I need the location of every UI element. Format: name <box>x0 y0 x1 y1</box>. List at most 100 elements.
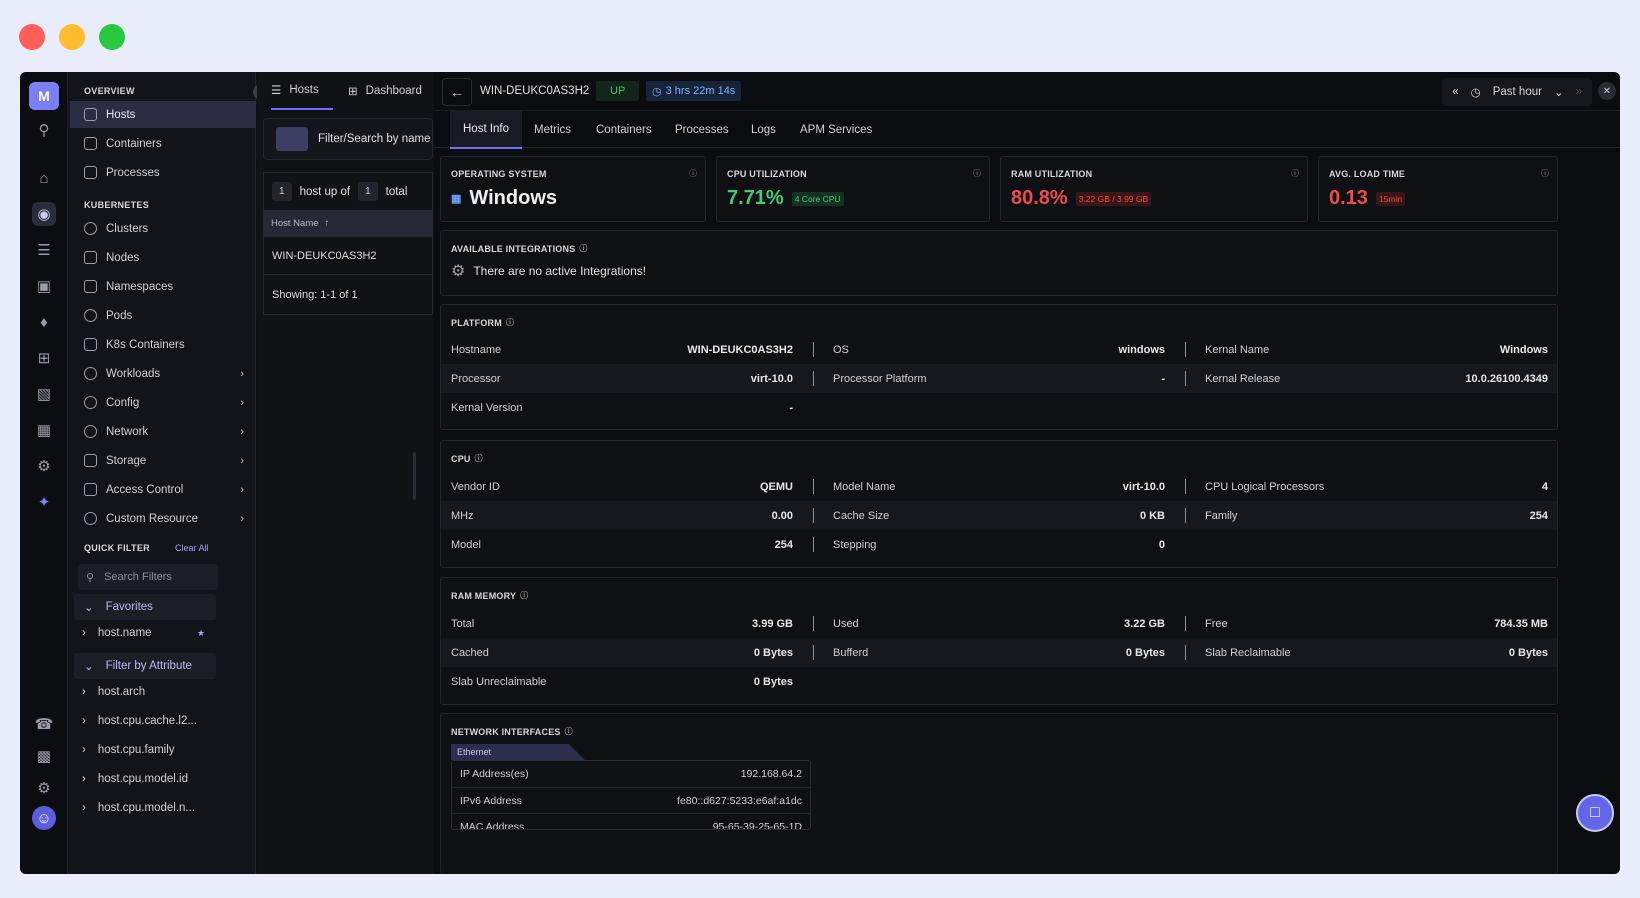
kv-bufferd: Bufferd 0 Bytes <box>833 646 1165 659</box>
search-icon[interactable]: ⚲ <box>32 118 56 142</box>
os-card-title: OPERATING SYSTEM <box>451 169 547 179</box>
tab-apm-services[interactable]: APM Services <box>800 111 872 149</box>
sidebar-item-hosts[interactable]: Hosts <box>70 101 256 128</box>
avg-load-card: AVG. LOAD TIME ⓘ 0.13 15min <box>1318 156 1558 222</box>
support-headset-icon[interactable]: ☎ <box>32 712 56 736</box>
sidebar-item-clusters[interactable]: Clusters <box>70 215 256 242</box>
list-icon: ☰ <box>271 85 282 97</box>
sidebar-item-network[interactable]: Network › <box>70 418 256 445</box>
window-minimize-dot[interactable] <box>59 24 85 50</box>
window-close-dot[interactable] <box>19 24 45 50</box>
panel-resize-handle[interactable] <box>413 452 416 500</box>
favorite-item-host-name[interactable]: › host.name ★ <box>82 627 205 639</box>
icon-rail: M ⚲ ⌂ ◉ ☰ ▣ ♦ ⊞ ▧ ▦ ⚙ ✦ ☎ ▩ ⚙ ☺ <box>20 72 68 874</box>
attr-item[interactable]: › host.arch <box>82 686 145 698</box>
app-logo[interactable]: M <box>29 82 59 110</box>
table-row: Slab Unreclaimable 0 Bytes <box>441 667 1557 696</box>
sidebar-item-access-control[interactable]: Access Control › <box>70 476 256 503</box>
infrastructure-icon[interactable]: ◉ <box>32 202 56 226</box>
sidebar-item-containers[interactable]: Containers <box>70 130 256 157</box>
sidebar-item-namespaces[interactable]: Namespaces <box>70 273 256 300</box>
pin-icon[interactable]: ★ <box>197 628 205 639</box>
info-icon[interactable]: ⓘ <box>973 168 981 179</box>
host-name-column-header[interactable]: Host Name ↑ <box>263 210 433 236</box>
divider <box>813 537 814 552</box>
chevron-right-icon: › <box>82 627 86 639</box>
clear-all-link[interactable]: Clear All <box>175 543 209 553</box>
filter-by-attribute-group[interactable]: ⌄ Filter by Attribute <box>74 653 216 679</box>
divider <box>1185 508 1186 523</box>
info-icon[interactable]: ⓘ <box>1541 168 1549 179</box>
info-icon[interactable]: ⓘ <box>565 726 573 737</box>
gear-icon[interactable]: ⚙ <box>32 776 56 800</box>
back-arrow-icon[interactable]: ← <box>442 78 472 106</box>
access-control-icon <box>84 483 97 496</box>
home-icon[interactable]: ⌂ <box>32 166 56 190</box>
sidebar-item-storage[interactable]: Storage › <box>70 447 256 474</box>
tab-host-info[interactable]: Host Info <box>450 111 523 149</box>
info-icon[interactable]: ⓘ <box>475 453 483 464</box>
double-chevron-left-icon[interactable]: « <box>1452 86 1458 98</box>
kv-kernal-name: Kernal Name Windows <box>1205 343 1548 356</box>
kubernetes-section-label: KUBERNETES <box>84 200 150 210</box>
favorites-group[interactable]: ⌄ Favorites <box>74 594 216 620</box>
tab-containers[interactable]: Containers <box>596 111 652 149</box>
sidebar-item-workloads[interactable]: Workloads › <box>70 360 256 387</box>
kv-model: Model 254 <box>451 538 793 551</box>
info-icon[interactable]: ⓘ <box>689 168 697 179</box>
network-table: IP Address(es) 192.168.64.2 IPv6 Address f… <box>451 760 811 830</box>
table-row: Total 3.99 GB Used 3.22 GB Free 784.35 MB <box>441 609 1557 638</box>
chevron-right-icon: › <box>82 802 86 814</box>
close-icon[interactable]: ✕ <box>1598 82 1616 100</box>
chevron-right-icon: › <box>240 454 244 467</box>
attr-item[interactable]: › host.cpu.family <box>82 744 175 756</box>
info-icon[interactable]: ⓘ <box>520 590 528 601</box>
logs-icon[interactable]: ☰ <box>32 238 56 262</box>
tab-hosts[interactable]: ☰ Hosts <box>271 72 333 110</box>
chevron-right-icon: › <box>240 512 244 525</box>
attr-item[interactable]: › host.cpu.cache.l2... <box>82 715 197 727</box>
document-icon[interactable]: ▣ <box>32 274 56 298</box>
sidebar-item-processes[interactable]: Processes <box>70 159 256 186</box>
package-icon[interactable]: ▩ <box>32 744 56 768</box>
sidebar-item-pods[interactable]: Pods <box>70 302 256 329</box>
sidebar-item-config[interactable]: Config › <box>70 389 256 416</box>
window-maximize-dot[interactable] <box>99 24 125 50</box>
search-filters-input[interactable]: ⚲ Search Filters <box>78 564 218 590</box>
robot-icon[interactable]: ▧ <box>32 382 56 406</box>
divider <box>1185 616 1186 631</box>
ai-sparkle-icon[interactable]: ✦ <box>32 490 56 514</box>
platform-card: PLATFORM ⓘ Hostname WIN-DEUKC0AS3H2 OS wind… <box>440 304 1558 430</box>
tab-dashboard[interactable]: ⊞ Dashboard <box>348 72 422 110</box>
tab-processes[interactable]: Processes <box>675 111 729 149</box>
settings-gear-icon[interactable]: ⚙ <box>32 454 56 478</box>
chevron-right-icon: › <box>82 744 86 756</box>
config-icon <box>84 396 97 409</box>
dashboard-add-icon[interactable]: ⊞ <box>32 346 56 370</box>
info-icon[interactable]: ⓘ <box>506 317 514 328</box>
sidebar-item-custom-resource[interactable]: Custom Resource › <box>70 505 256 532</box>
info-icon[interactable]: ⓘ <box>579 243 587 254</box>
chat-support-icon[interactable]: □ <box>1576 794 1614 832</box>
chevron-right-icon: › <box>240 425 244 438</box>
alert-icon[interactable]: ♦ <box>32 310 56 334</box>
tab-ethernet[interactable]: Ethernet <box>451 744 585 760</box>
filter-type-select[interactable] <box>276 127 308 151</box>
divider <box>1185 371 1186 386</box>
globe-icon <box>84 425 97 438</box>
tab-metrics[interactable]: Metrics <box>534 111 571 149</box>
tab-logs[interactable]: Logs <box>751 111 776 149</box>
user-avatar-icon[interactable]: ☺ <box>32 806 56 830</box>
time-range-picker[interactable]: « ◷ Past hour ⌄ » <box>1442 78 1592 106</box>
kv-vendor-id: Vendor ID QEMU <box>451 480 793 493</box>
table-row[interactable]: WIN-DEUKC0AS3H2 <box>263 236 433 275</box>
host-filter-input[interactable]: Filter/Search by name <box>263 118 433 160</box>
attr-item[interactable]: › host.cpu.model.id <box>82 773 188 785</box>
sidebar-item-k8s-containers[interactable]: K8s Containers <box>70 331 256 358</box>
attr-item[interactable]: › host.cpu.model.n... <box>82 802 195 814</box>
synthetics-icon[interactable]: ▦ <box>32 418 56 442</box>
sidebar-item-nodes[interactable]: Nodes <box>70 244 256 271</box>
load-value: 0.13 15min <box>1329 187 1406 210</box>
info-icon[interactable]: ⓘ <box>1291 168 1299 179</box>
double-chevron-right-icon[interactable]: » <box>1576 86 1582 98</box>
